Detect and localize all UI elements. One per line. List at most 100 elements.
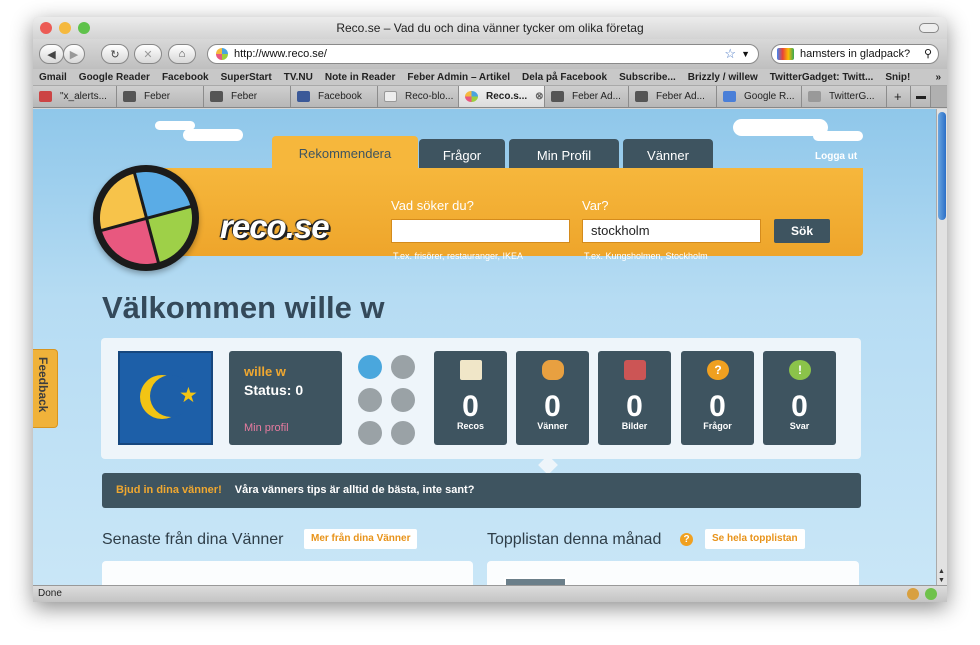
tab-bar: "x_alerts... Feber Feber Facebook Reco-b… <box>33 86 947 108</box>
tab-min-profil[interactable]: Min Profil <box>509 139 619 171</box>
browser-tab[interactable]: "x_alerts... <box>33 86 117 107</box>
page-icon <box>384 91 397 102</box>
bookmark-item[interactable]: SuperStart <box>221 72 272 83</box>
friends-section-title: Senaste från dina Vänner <box>102 531 284 548</box>
social-slot-icon <box>358 421 382 445</box>
tab-rekommendera[interactable]: Rekommendera <box>272 136 418 171</box>
toolbar-toggle-button[interactable] <box>919 23 939 33</box>
bookmark-item[interactable]: Subscribe... <box>619 72 676 83</box>
tab-fragor[interactable]: Frågor <box>419 139 505 171</box>
bookmark-item[interactable]: Dela på Facebook <box>522 72 607 83</box>
google-icon <box>723 91 736 102</box>
close-tab-icon[interactable]: ⊗ <box>535 91 543 102</box>
more-from-friends-button[interactable]: Mer från dina Vänner <box>304 529 418 549</box>
toplist-thumbnail[interactable] <box>504 577 567 585</box>
cloud-decoration <box>813 131 863 141</box>
tab-vanner[interactable]: Vänner <box>623 139 713 171</box>
sync-status-icon[interactable] <box>925 588 937 600</box>
invite-bar: Bjud in dina vänner! Våra vänners tips ä… <box>102 473 861 508</box>
question-icon: ? <box>707 360 729 380</box>
avatar[interactable]: ★ <box>118 351 213 445</box>
site-logo[interactable]: reco.se <box>220 208 330 246</box>
google-engine-icon[interactable] <box>777 48 794 60</box>
twitter-bird-icon[interactable] <box>358 355 382 379</box>
bookmark-item[interactable]: Brizzly / willew <box>688 72 758 83</box>
bookmark-item[interactable]: TwitterGadget: Twitt... <box>770 72 874 83</box>
history-dropdown-icon[interactable]: ▼ <box>741 45 750 63</box>
camera-icon <box>624 360 646 380</box>
tab-list-icon[interactable]: ▬ <box>911 86 931 107</box>
browser-tab[interactable]: Reco-blo... <box>378 86 459 107</box>
search-query: hamsters in gladpack? <box>800 48 911 60</box>
where-label: Var? <box>582 198 609 213</box>
stat-svar[interactable]: ! 0 Svar <box>763 351 836 445</box>
bookmarks-overflow-icon[interactable]: » <box>935 72 941 83</box>
web-search-field[interactable]: hamsters in gladpack? ⚲ <box>771 44 939 64</box>
home-button[interactable]: ⌂ <box>168 44 196 64</box>
forward-button[interactable]: ▶ <box>63 44 85 64</box>
feber-icon <box>551 91 564 102</box>
browser-tab[interactable]: Google R... <box>717 86 802 107</box>
profile-summary: wille w Status: 0 Min profil <box>229 351 342 445</box>
what-hint: T.ex. frisörer, restauranger, IKEA <box>393 251 524 261</box>
scroll-thumb[interactable] <box>938 112 946 220</box>
browser-tab[interactable]: Feber Ad... <box>629 86 717 107</box>
reload-button[interactable]: ↻ <box>101 44 129 64</box>
invite-friends-link[interactable]: Bjud in dina vänner! <box>116 484 222 496</box>
search-icon[interactable]: ⚲ <box>924 45 932 63</box>
bookmark-item[interactable]: Google Reader <box>79 72 150 83</box>
stat-recos[interactable]: 0 Recos <box>434 351 507 445</box>
where-search-input[interactable]: stockholm <box>582 219 761 243</box>
feedback-tab[interactable]: Feedback <box>33 349 58 428</box>
toplist-card <box>487 561 859 585</box>
stat-fragor[interactable]: ? 0 Frågor <box>681 351 754 445</box>
bookmark-item[interactable]: Gmail <box>39 72 67 83</box>
profile-status: Status: 0 <box>244 382 304 398</box>
bookmark-item[interactable]: Snip! <box>885 72 910 83</box>
browser-tab[interactable]: Facebook <box>291 86 378 107</box>
addon-status-icon[interactable] <box>907 588 919 600</box>
stat-vanner[interactable]: 0 Vänner <box>516 351 589 445</box>
gmail-icon <box>39 91 52 102</box>
toplist-section-title: Topplistan denna månad <box>487 531 662 548</box>
browser-tab-active[interactable]: Reco.s... ⊗ <box>459 86 545 107</box>
bookmark-star-icon[interactable]: ☆ <box>724 45 736 63</box>
url-bar[interactable]: http://www.reco.se/ ☆ ▼ <box>207 44 759 64</box>
browser-tab[interactable]: Feber <box>204 86 291 107</box>
status-bar: Done <box>33 585 947 602</box>
browser-tab[interactable]: TwitterG... <box>802 86 887 107</box>
back-button[interactable]: ◀ <box>39 44 64 64</box>
new-tab-button[interactable]: + <box>887 86 911 107</box>
search-button[interactable]: Sök <box>774 219 830 243</box>
see-toplist-button[interactable]: Se hela topplistan <box>705 529 805 549</box>
logo-ball-icon <box>89 161 203 275</box>
facebook-icon <box>297 91 310 102</box>
browser-window: Reco.se – Vad du och dina vänner tycker … <box>33 17 947 602</box>
stop-button[interactable]: ✕ <box>134 44 162 64</box>
social-slot-icon <box>391 388 415 412</box>
stat-bilder[interactable]: 0 Bilder <box>598 351 671 445</box>
bookmark-item[interactable]: Facebook <box>162 72 209 83</box>
url-text: http://www.reco.se/ <box>234 48 327 60</box>
help-icon[interactable]: ? <box>680 533 693 546</box>
vertical-scrollbar[interactable]: ▲ ▼ <box>936 109 947 585</box>
scroll-down-icon[interactable]: ▼ <box>938 577 945 584</box>
logout-link[interactable]: Logga ut <box>815 151 857 162</box>
title-bar: Reco.se – Vad du och dina vänner tycker … <box>33 17 947 39</box>
scroll-up-icon[interactable]: ▲ <box>938 568 945 575</box>
browser-tab[interactable]: Feber <box>117 86 204 107</box>
feber-icon <box>123 91 136 102</box>
bookmark-item[interactable]: Note in Reader <box>325 72 396 83</box>
what-search-input[interactable] <box>391 219 570 243</box>
friends-feed-card <box>102 561 473 585</box>
browser-tab[interactable]: Feber Ad... <box>545 86 629 107</box>
bookmarks-bar: Gmail Google Reader Facebook SuperStart … <box>33 69 947 86</box>
social-slot-icon <box>391 355 415 379</box>
bookmark-item[interactable]: TV.NU <box>284 72 313 83</box>
exclamation-icon: ! <box>789 360 811 380</box>
reco-icon <box>465 91 478 102</box>
profile-panel: ★ wille w Status: 0 Min profil 0 Recos 0 <box>101 338 861 475</box>
page-content: Rekommendera Frågor Min Profil Vänner Lo… <box>33 109 936 585</box>
bookmark-item[interactable]: Feber Admin – Artikel <box>407 72 510 83</box>
my-profile-link[interactable]: Min profil <box>244 422 289 434</box>
